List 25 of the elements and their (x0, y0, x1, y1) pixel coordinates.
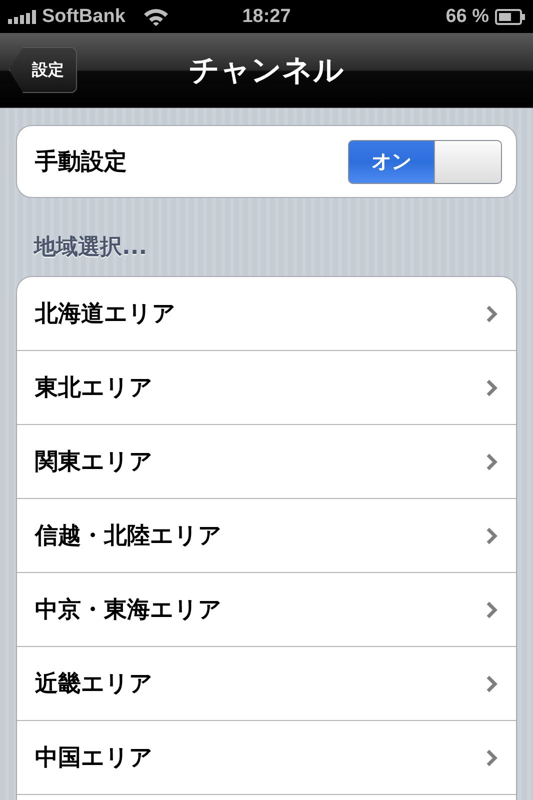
chevron-icon (486, 452, 498, 470)
wifi-icon (143, 8, 170, 26)
screen-title: チャンネル (189, 52, 344, 90)
region-item[interactable]: 北海道エリア (17, 277, 516, 351)
chevron-icon (486, 674, 498, 692)
chevron-icon (486, 748, 498, 766)
chevron-icon (486, 304, 498, 322)
region-item[interactable]: 近畿エリア (17, 647, 516, 721)
section-header: 地域選択... (34, 234, 148, 262)
status-time: 18:27 (242, 6, 291, 28)
carrier-name: SoftBank (42, 6, 126, 28)
chevron-icon (486, 526, 498, 544)
setting-label: 手動設定 (35, 148, 127, 177)
signal-icon (8, 10, 36, 24)
toggle-switch[interactable]: オン (348, 140, 502, 184)
chevron-icon (486, 378, 498, 396)
chevron-icon (486, 600, 498, 618)
region-item[interactable]: 東北エリア (17, 351, 516, 425)
region-item[interactable]: 中国エリア (17, 721, 516, 795)
back-button[interactable]: 設定 (9, 47, 77, 93)
battery-icon (495, 8, 525, 24)
region-item[interactable]: 関東エリア (17, 425, 516, 499)
region-item[interactable]: 信越・北陸エリア (17, 499, 516, 573)
battery-percent: 66 % (446, 6, 489, 28)
region-item[interactable]: 中京・東海エリア (17, 573, 516, 647)
